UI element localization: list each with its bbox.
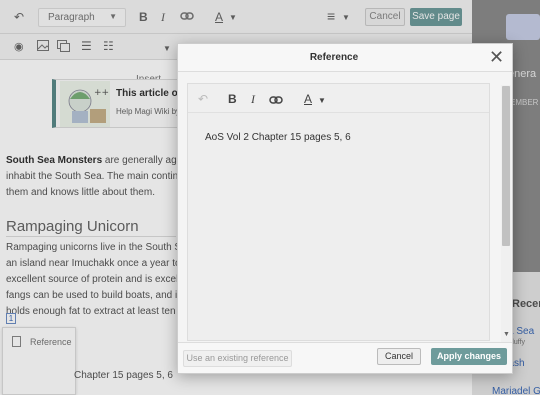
use-existing-reference-button[interactable]: Use an existing reference bbox=[183, 350, 292, 367]
scroll-down-arrow-icon[interactable]: ▼ bbox=[503, 331, 510, 338]
chevron-down-icon: ▼ bbox=[318, 96, 326, 105]
apply-changes-button[interactable]: Apply changes bbox=[431, 348, 507, 365]
undo-icon[interactable]: ↶ bbox=[198, 92, 208, 106]
reference-text[interactable]: AoS Vol 2 Chapter 15 pages 5, 6 bbox=[205, 132, 351, 143]
bold-button[interactable]: B bbox=[228, 92, 237, 106]
reference-editor-toolbar: ↶ B I A ▼ bbox=[188, 84, 489, 113]
dialog-header: Reference ✕ bbox=[178, 44, 512, 72]
close-icon[interactable]: ✕ bbox=[489, 48, 504, 66]
link-icon[interactable] bbox=[269, 94, 283, 108]
italic-button[interactable]: I bbox=[251, 92, 255, 106]
reference-editor[interactable]: ↶ B I A ▼ AoS Vol 2 Chapter 15 pages 5, … bbox=[187, 83, 490, 341]
reference-dialog: Reference ✕ ↶ B I A ▼ AoS Vol 2 Chapter … bbox=[177, 43, 513, 374]
dialog-title: Reference bbox=[309, 52, 359, 63]
text-style-button[interactable]: A bbox=[304, 92, 312, 106]
scrollbar-thumb[interactable] bbox=[502, 86, 510, 246]
cancel-button[interactable]: Cancel bbox=[377, 348, 421, 365]
